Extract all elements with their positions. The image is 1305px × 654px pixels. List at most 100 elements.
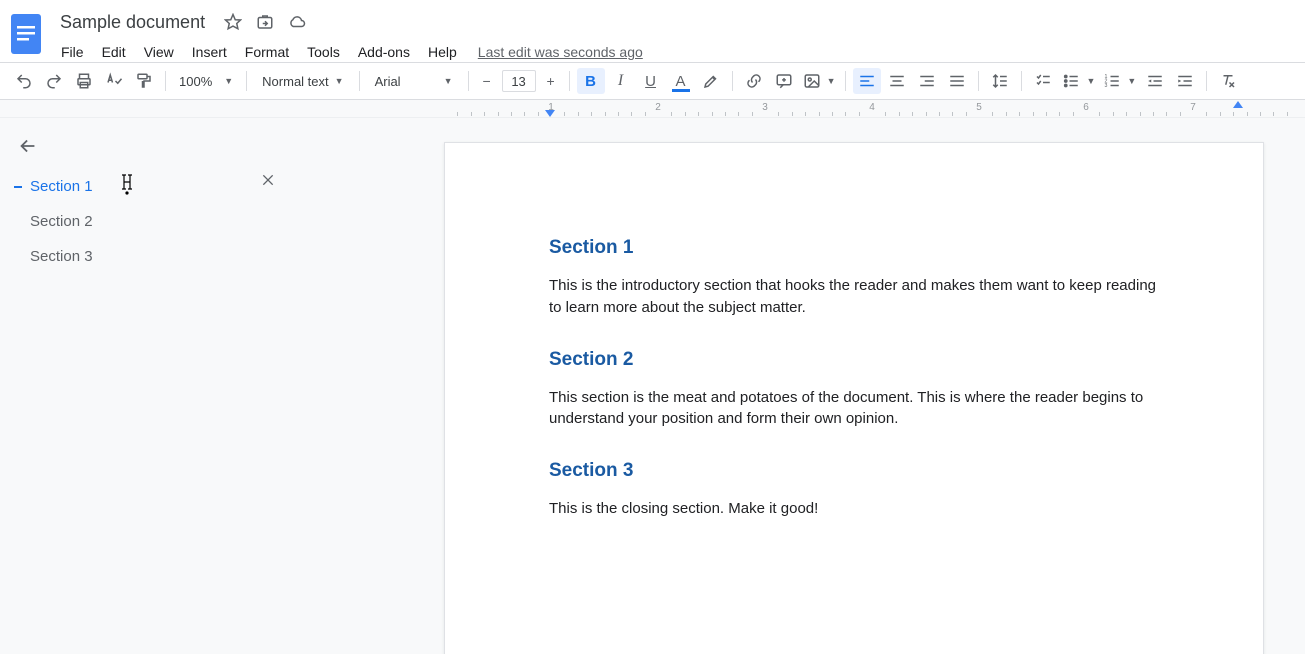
separator (1021, 71, 1022, 91)
insert-link-button[interactable] (740, 68, 768, 94)
font-size-increase[interactable]: + (540, 70, 562, 92)
ruler-tick (578, 112, 579, 116)
ruler-tick (778, 112, 779, 116)
font-size-input[interactable] (502, 70, 536, 92)
document-canvas[interactable]: Section 1 This is the introductory sectio… (300, 118, 1305, 654)
ruler-tick (645, 112, 646, 116)
ruler-tick (939, 112, 940, 116)
underline-button[interactable]: U (637, 68, 665, 94)
ruler-tick (698, 112, 699, 116)
outline-active-indicator (14, 256, 22, 258)
ruler-tick (832, 112, 833, 116)
align-center-button[interactable] (883, 68, 911, 94)
style-value: Normal text (262, 74, 328, 89)
add-comment-button[interactable] (770, 68, 798, 94)
ruler: 1234567 (0, 100, 1305, 118)
ruler-tick (819, 112, 820, 116)
separator (165, 71, 166, 91)
ruler-tick (1260, 112, 1261, 116)
zoom-dropdown[interactable]: 100% ▼ (173, 74, 239, 89)
menu-insert[interactable]: Insert (185, 40, 234, 64)
ruler-tick (845, 112, 846, 116)
chevron-down-icon: ▼ (827, 76, 836, 86)
text-color-button[interactable]: A (667, 68, 695, 94)
zoom-value: 100% (179, 74, 212, 89)
outline-item[interactable]: Section 1 (14, 174, 288, 199)
outline-item-label: Section 2 (30, 213, 93, 230)
ruler-tick-label: 3 (762, 102, 768, 113)
outline-active-indicator (14, 221, 22, 223)
menu-bar: File Edit View Insert Format Tools Add-o… (54, 40, 643, 64)
align-right-button[interactable] (913, 68, 941, 94)
section-body[interactable]: This is the introductory section that ho… (549, 275, 1159, 319)
last-edit-link[interactable]: Last edit was seconds ago (478, 40, 643, 64)
paragraph-style-dropdown[interactable]: Normal text▼ (254, 68, 351, 94)
font-size-decrease[interactable]: − (476, 70, 498, 92)
spellcheck-button[interactable] (100, 68, 128, 94)
align-justify-button[interactable] (943, 68, 971, 94)
section-heading[interactable]: Section 1 (549, 237, 1159, 259)
indent-marker-right[interactable] (1233, 101, 1243, 108)
ruler-tick (1059, 112, 1060, 116)
highlight-button[interactable] (697, 68, 725, 94)
ruler-tick (1033, 112, 1034, 116)
clear-formatting-button[interactable] (1214, 68, 1242, 94)
line-spacing-button[interactable] (986, 68, 1014, 94)
redo-button[interactable] (40, 68, 68, 94)
chevron-down-icon: ▼ (444, 76, 453, 86)
bulleted-list-button[interactable]: ▼ (1059, 68, 1098, 94)
menu-edit[interactable]: Edit (95, 40, 133, 64)
ruler-tick (1140, 112, 1141, 116)
ruler-tick (1126, 112, 1127, 116)
outline-back-button[interactable] (14, 132, 42, 160)
page[interactable]: Section 1 This is the introductory sectio… (444, 142, 1264, 654)
checklist-button[interactable] (1029, 68, 1057, 94)
docs-logo[interactable] (8, 10, 44, 58)
italic-button[interactable]: I (607, 68, 635, 94)
outline-item[interactable]: Section 3 (14, 244, 288, 269)
outline-item[interactable]: Section 2 (14, 209, 288, 234)
menu-help[interactable]: Help (421, 40, 464, 64)
chevron-down-icon: ▼ (1086, 76, 1095, 86)
toolbar: 100%▼ Normal text▼ Arial▼ − + B I U A ▼ … (0, 62, 1305, 100)
move-icon[interactable] (255, 12, 275, 32)
ruler-tick (912, 112, 913, 116)
ruler-tick (926, 112, 927, 116)
ruler-tick (992, 112, 993, 116)
font-dropdown[interactable]: Arial▼ (367, 68, 461, 94)
star-icon[interactable] (223, 12, 243, 32)
print-button[interactable] (70, 68, 98, 94)
ruler-tick (1166, 112, 1167, 116)
section-body[interactable]: This is the closing section. Make it goo… (549, 498, 1159, 520)
undo-button[interactable] (10, 68, 38, 94)
ruler-tick (1019, 112, 1020, 116)
numbered-list-button[interactable]: 123▼ (1100, 68, 1139, 94)
increase-indent-button[interactable] (1171, 68, 1199, 94)
separator (732, 71, 733, 91)
insert-image-button[interactable]: ▼ (800, 68, 839, 94)
menu-view[interactable]: View (137, 40, 181, 64)
ruler-tick (859, 112, 860, 116)
ruler-tick (1287, 112, 1288, 116)
document-title[interactable]: Sample document (54, 10, 211, 35)
menu-format[interactable]: Format (238, 40, 296, 64)
section-heading[interactable]: Section 3 (549, 460, 1159, 482)
decrease-indent-button[interactable] (1141, 68, 1169, 94)
menu-file[interactable]: File (54, 40, 91, 64)
section-body[interactable]: This section is the meat and potatoes of… (549, 387, 1159, 431)
paint-format-button[interactable] (130, 68, 158, 94)
bold-button[interactable]: B (577, 68, 605, 94)
ruler-tick (591, 112, 592, 116)
ruler-tick-label: 6 (1083, 102, 1089, 113)
cloud-icon[interactable] (287, 12, 307, 32)
ruler-tick (671, 112, 672, 116)
main-area: Section 1 Section 2 Section 3 Section 1 Thi… (0, 118, 1305, 654)
chevron-down-icon: ▼ (224, 76, 233, 86)
menu-addons[interactable]: Add-ons (351, 40, 417, 64)
align-left-button[interactable] (853, 68, 881, 94)
section-heading[interactable]: Section 2 (549, 349, 1159, 371)
separator (978, 71, 979, 91)
ruler-tick (1247, 112, 1248, 116)
menu-tools[interactable]: Tools (300, 40, 347, 64)
ruler-tick (484, 112, 485, 116)
